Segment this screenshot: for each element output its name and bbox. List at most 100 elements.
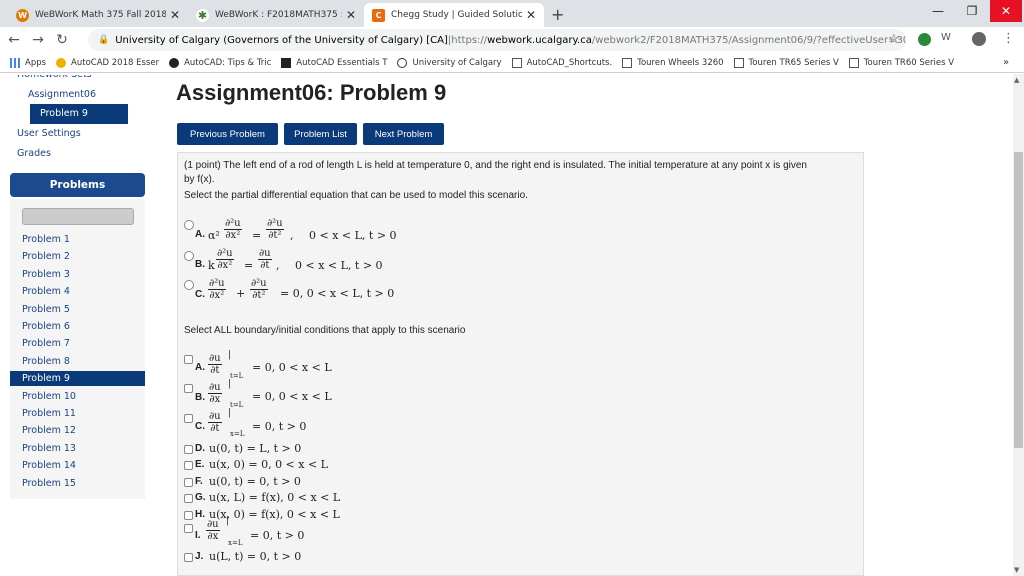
bookmark-label: AutoCAD: Tips & Tric	[184, 57, 272, 68]
next-problem-button[interactable]: Next Problem	[363, 123, 444, 145]
bc-option-g-expr: u(x, L) = f(x), 0 < x < L	[209, 491, 341, 505]
pde-option-a-domain: 0 < x < L, t > 0	[309, 229, 397, 242]
pde-option-b-label: B.	[195, 259, 205, 270]
bookmark-label: University of Calgary	[412, 57, 502, 68]
tab-chegg[interactable]: C Chegg Study | Guided Solutions ✕	[364, 3, 544, 27]
bc-option-d-expr: u(0, t) = L, t > 0	[209, 442, 302, 455]
sidebar-problem-7[interactable]: Problem 7	[22, 338, 70, 349]
sidebar-problem-5[interactable]: Problem 5	[22, 304, 70, 315]
sidebar-problem-2[interactable]: Problem 2	[22, 251, 70, 262]
video-icon	[281, 57, 292, 68]
sidebar-problem-14[interactable]: Problem 14	[22, 460, 76, 471]
bc-option-g-label: G.	[195, 492, 206, 504]
pde-b-rhs: ∂u ∂t	[258, 248, 272, 271]
scrollbar-thumb[interactable]	[1014, 152, 1023, 448]
extension-icon[interactable]	[918, 33, 931, 46]
problems-header: Problems	[10, 173, 145, 197]
bc-option-g-checkbox[interactable]	[184, 494, 193, 504]
scroll-down-arrow-icon[interactable]: ▼	[1014, 566, 1019, 574]
extension-w-icon[interactable]: W	[941, 32, 951, 43]
sidebar-problem-10[interactable]: Problem 10	[22, 391, 76, 402]
scroll-up-arrow-icon[interactable]: ▲	[1014, 76, 1019, 84]
eval-subscript: t=L	[230, 372, 244, 380]
bookmark-touren-tr60[interactable]: Touren TR60 Series V	[848, 57, 954, 68]
close-icon[interactable]: ✕	[526, 8, 536, 22]
bookmark-label: Touren TR65 Series V	[748, 57, 839, 68]
back-icon[interactable]: ←	[4, 32, 24, 48]
address-bar-row: ← → ↻ 🔒 University of Calgary (Governors…	[0, 27, 1024, 53]
bookmark-label: AutoCAD Essentials T	[296, 57, 388, 68]
sidebar-grades[interactable]: Grades	[17, 148, 51, 159]
restore-icon[interactable]: ❐	[956, 0, 988, 22]
sidebar-problem-11[interactable]: Problem 11	[22, 408, 76, 419]
tab-webwork-math375[interactable]: W WeBWorK Math 375 Fall 2018 - \ ✕	[8, 3, 188, 27]
eval-subscript: t=L	[230, 401, 244, 409]
chegg-favicon: C	[372, 8, 385, 22]
sidebar-assignment[interactable]: Assignment06	[28, 89, 96, 100]
bc-option-h-checkbox[interactable]	[184, 510, 193, 520]
eval-subscript: x=L	[228, 539, 243, 547]
tab-webwork-problem[interactable]: ✱ WeBWorK : F2018MATH375 : As: ✕	[188, 3, 364, 27]
comma: ,	[276, 259, 280, 272]
minimize-icon[interactable]: —	[922, 0, 954, 22]
bc-option-j-expr: u(L, t) = 0, t > 0	[209, 550, 302, 563]
window-close-icon[interactable]: ✕	[990, 0, 1022, 22]
previous-problem-button[interactable]: Previous Problem	[177, 123, 278, 145]
forward-icon[interactable]: →	[28, 32, 48, 48]
sidebar-user-settings[interactable]: User Settings	[17, 128, 81, 139]
sidebar-problem-12[interactable]: Problem 12	[22, 425, 76, 436]
bc-option-d-checkbox[interactable]	[184, 445, 193, 454]
pde-option-b-radio[interactable]	[184, 251, 194, 261]
pde-b-lhs: ∂²u ∂x²	[216, 248, 234, 271]
sidebar-problem-13[interactable]: Problem 13	[22, 443, 76, 454]
more-bookmarks-icon[interactable]: »	[1003, 57, 1009, 68]
plus-sign: +	[236, 287, 246, 300]
bookmark-apps[interactable]: Apps	[10, 57, 46, 68]
profile-icon[interactable]	[972, 32, 986, 46]
bc-prompt: Select ALL boundary/initial conditions t…	[184, 325, 466, 336]
bc-option-j-checkbox[interactable]	[184, 553, 193, 562]
pde-option-a-radio[interactable]	[184, 220, 194, 230]
bc-option-e-checkbox[interactable]	[184, 461, 193, 471]
tab-title: WeBWorK : F2018MATH375 : As:	[215, 10, 342, 20]
bc-option-i-checkbox[interactable]	[184, 524, 193, 533]
bookmark-autocad-tips[interactable]: AutoCAD: Tips & Tric	[169, 57, 272, 68]
sidebar-problem-4[interactable]: Problem 4	[22, 286, 70, 297]
webwork-favicon: W	[16, 8, 29, 22]
bc-option-a-label: A.	[195, 362, 205, 373]
bookmark-autocad-shortcuts[interactable]: AutoCAD_Shortcuts.	[511, 57, 612, 68]
bc-option-b-checkbox[interactable]	[184, 384, 193, 393]
sidebar-problem-6[interactable]: Problem 6	[22, 321, 70, 332]
bookmark-touren-3260[interactable]: Touren Wheels 3260	[622, 57, 724, 68]
close-icon[interactable]: ✕	[346, 8, 356, 22]
bookmark-autocad-2018[interactable]: AutoCAD 2018 Esser	[56, 57, 159, 68]
url-input[interactable]: 🔒 University of Calgary (Governors of th…	[88, 29, 906, 51]
eval-bar: |	[228, 379, 232, 389]
pde-prompt: Select the partial differential equation…	[184, 190, 528, 201]
new-tab-icon[interactable]: +	[551, 5, 564, 24]
close-icon[interactable]: ✕	[170, 8, 180, 22]
problem-intro-line1: (1 point) The left end of a rod of lengt…	[184, 160, 807, 171]
sidebar-top-cut[interactable]: Homework Sets	[17, 75, 92, 83]
sidebar-current-problem[interactable]: Problem 9	[30, 104, 128, 124]
sidebar-problem-9[interactable]: Problem 9	[10, 371, 145, 387]
pde-option-b-domain: 0 < x < L, t > 0	[295, 259, 383, 272]
url-host: webwork.ucalgary.ca	[487, 34, 592, 46]
sidebar-problem-8[interactable]: Problem 8	[22, 356, 70, 367]
bc-option-c-checkbox[interactable]	[184, 414, 193, 423]
bookmark-star-icon[interactable]: ☆	[888, 32, 900, 47]
problem-list-button[interactable]: Problem List	[284, 123, 357, 145]
sidebar-problem-3[interactable]: Problem 3	[22, 269, 70, 280]
pde-option-c-domain: = 0, 0 < x < L, t > 0	[280, 287, 395, 300]
bookmark-touren-tr65[interactable]: Touren TR65 Series V	[733, 57, 839, 68]
bookmark-autocad-essentials[interactable]: AutoCAD Essentials T	[281, 57, 388, 68]
bc-option-f-checkbox[interactable]	[184, 477, 193, 487]
apps-grid-icon	[10, 57, 20, 68]
sidebar-problem-1[interactable]: Problem 1	[22, 234, 70, 245]
menu-icon[interactable]: ⋮	[1002, 31, 1015, 46]
pde-option-c-radio[interactable]	[184, 280, 194, 290]
reload-icon[interactable]: ↻	[52, 32, 72, 48]
bookmark-ucalgary[interactable]: University of Calgary	[397, 57, 502, 68]
sidebar-problem-15[interactable]: Problem 15	[22, 478, 76, 489]
bc-option-a-checkbox[interactable]	[184, 355, 193, 364]
